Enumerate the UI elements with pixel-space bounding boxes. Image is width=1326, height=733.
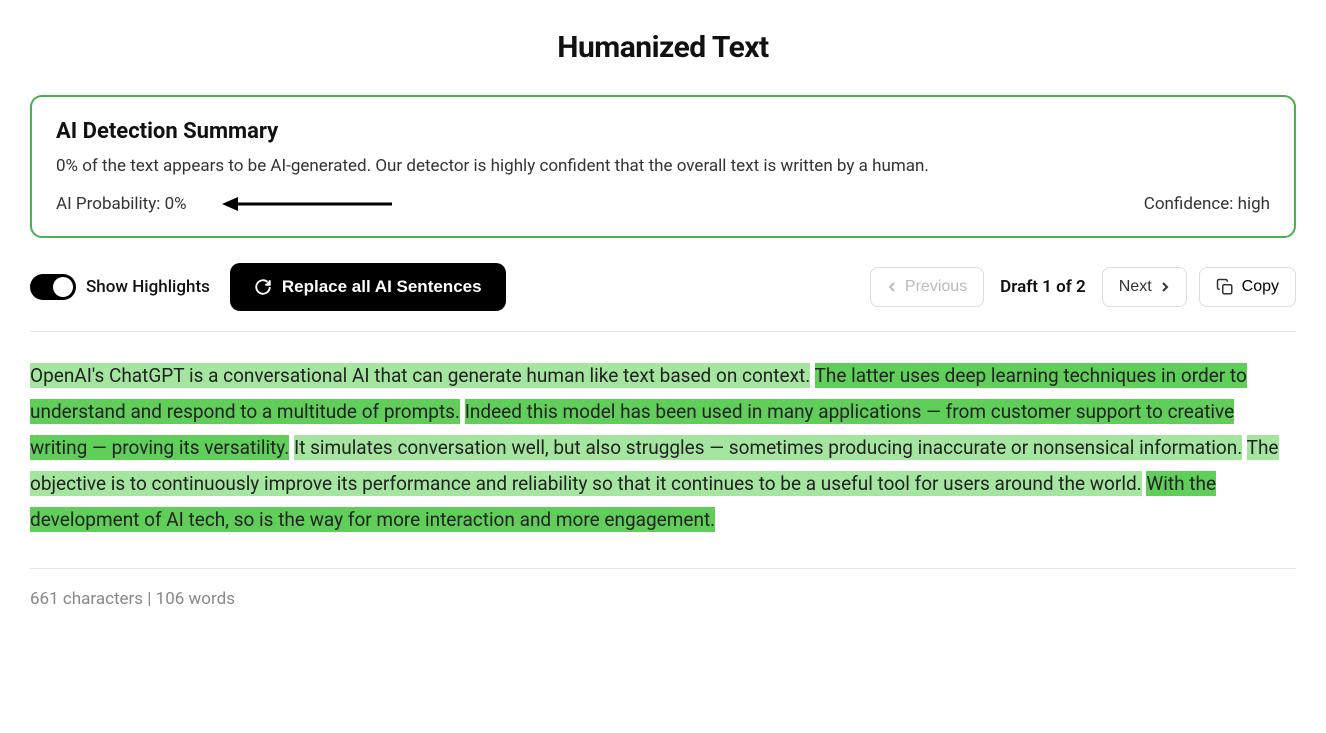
controls-bar: Show Highlights Replace all AI Sentences… bbox=[30, 263, 1296, 311]
highlighted-sentence[interactable]: OpenAI's ChatGPT is a conversational AI … bbox=[30, 363, 810, 388]
footer-divider bbox=[30, 568, 1296, 569]
copy-button[interactable]: Copy bbox=[1199, 267, 1296, 307]
chevron-left-icon bbox=[887, 282, 897, 292]
divider bbox=[30, 331, 1296, 332]
character-word-stats: 661 characters | 106 words bbox=[30, 589, 1296, 609]
toggle-knob bbox=[53, 277, 73, 297]
next-label: Next bbox=[1119, 278, 1152, 296]
next-button[interactable]: Next bbox=[1102, 267, 1187, 307]
replace-all-button[interactable]: Replace all AI Sentences bbox=[230, 263, 506, 311]
chevron-right-icon bbox=[1160, 282, 1170, 292]
replace-all-label: Replace all AI Sentences bbox=[282, 277, 482, 297]
ai-detection-summary-card: AI Detection Summary 0% of the text appe… bbox=[30, 95, 1296, 238]
previous-label: Previous bbox=[905, 278, 967, 296]
page-title: Humanized Text bbox=[30, 30, 1296, 65]
replace-icon bbox=[254, 278, 272, 296]
arrow-annotation-icon bbox=[222, 194, 392, 214]
show-highlights-label: Show Highlights bbox=[86, 277, 210, 297]
show-highlights-toggle-wrap[interactable]: Show Highlights bbox=[30, 274, 210, 300]
previous-button[interactable]: Previous bbox=[870, 267, 984, 307]
confidence-label: Confidence: high bbox=[1144, 194, 1270, 214]
ai-probability-label: AI Probability: 0% bbox=[56, 194, 187, 214]
copy-label: Copy bbox=[1242, 278, 1279, 296]
humanized-text-content: OpenAI's ChatGPT is a conversational AI … bbox=[30, 358, 1296, 538]
draft-counter: Draft 1 of 2 bbox=[996, 277, 1090, 297]
show-highlights-toggle[interactable] bbox=[30, 274, 76, 300]
summary-description: 0% of the text appears to be AI-generate… bbox=[56, 156, 1270, 176]
copy-icon bbox=[1216, 278, 1234, 296]
summary-heading: AI Detection Summary bbox=[56, 119, 1270, 144]
highlighted-sentence[interactable]: It simulates conversation well, but also… bbox=[294, 435, 1242, 460]
